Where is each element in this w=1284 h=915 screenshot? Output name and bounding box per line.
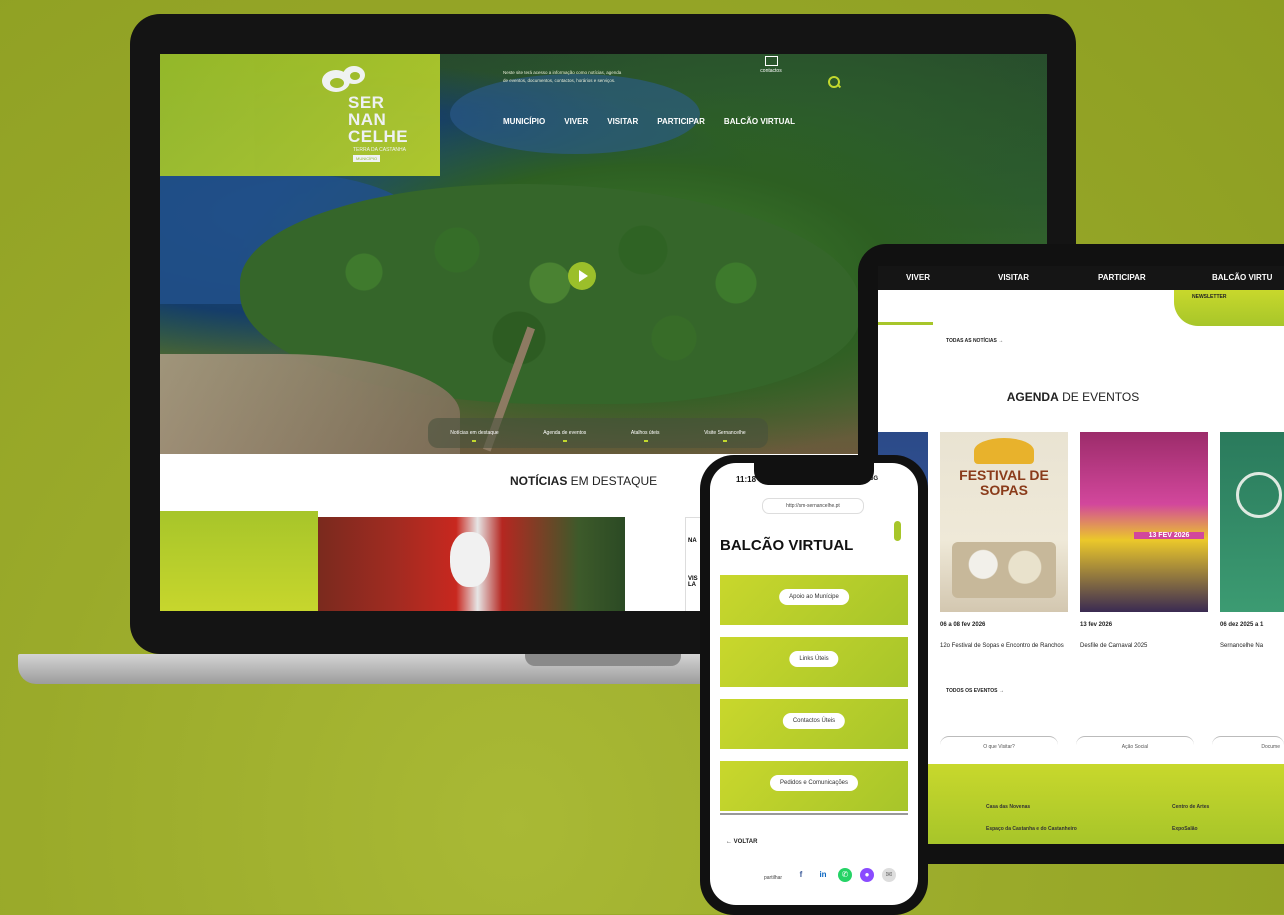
logo-subtitle: TERRA DA CASTANHA: [353, 147, 406, 153]
play-video-button[interactable]: [568, 262, 596, 290]
messenger-icon[interactable]: ●: [860, 868, 874, 882]
service-card[interactable]: Links Úteis: [720, 637, 908, 687]
footer-link[interactable]: ExpoSalão: [1172, 826, 1198, 832]
newsletter-label: NEWSLETTER: [1192, 294, 1227, 300]
nav-item-participar[interactable]: PARTICIPAR: [657, 117, 705, 126]
quick-link-acao-social[interactable]: Ação Social: [1076, 736, 1194, 755]
agenda-bold: AGENDA: [1006, 390, 1059, 404]
whatsapp-icon[interactable]: ✆: [838, 868, 852, 882]
event-poster[interactable]: 13 FEV 2026: [1080, 432, 1208, 612]
news-section-title: NOTÍCIAS EM DESTAQUE: [510, 474, 657, 488]
tablet-nav: VIVER VISITAR PARTICIPAR BALCÃO VIRTU: [878, 266, 1284, 290]
service-card-button[interactable]: Contactos Úteis: [782, 713, 846, 729]
share-label: partilhar: [764, 875, 783, 881]
hero-quick-tabs: Notícias em destaque Agenda de eventos A…: [428, 418, 768, 448]
logo-line: NAN: [348, 110, 387, 129]
contacts-label: contactos: [760, 68, 782, 74]
event-date: 13 fev 2026: [1080, 622, 1113, 628]
nav-item-balcao-virtual[interactable]: BALCÃO VIRTUAL: [724, 117, 795, 126]
chestnut-logo-icon: [322, 66, 365, 92]
newsletter-tab[interactable]: NEWSLETTER: [1174, 290, 1284, 326]
menu-icon[interactable]: [894, 521, 901, 541]
tablet-screen: VIVER VISITAR PARTICIPAR BALCÃO VIRTU NE…: [878, 266, 1284, 844]
service-card-button[interactable]: Pedidos e Comunicações: [769, 775, 859, 791]
phone-notch: [754, 463, 874, 485]
event-name[interactable]: Sernancelhe Na: [1220, 642, 1284, 651]
envelope-icon: [764, 56, 778, 66]
footer-link[interactable]: Espaço da Castanha e do Castanheiro: [986, 826, 1077, 832]
tablet-nav-participar[interactable]: PARTICIPAR: [1098, 273, 1146, 282]
logo-wordmark: SER NAN CELHE: [348, 94, 408, 145]
lake-shape: [450, 74, 700, 154]
status-time: 11:18: [736, 475, 757, 484]
logo-area[interactable]: SER NAN CELHE TERRA DA CASTANHA MUNICÍPI…: [160, 54, 440, 176]
linkedin-icon[interactable]: in: [816, 868, 830, 882]
logo-badge: MUNICÍPIO: [353, 155, 381, 162]
all-news-link[interactable]: TODAS AS NOTÍCIAS →: [946, 338, 1003, 344]
event-name[interactable]: 12o Festival de Sopas e Encontro de Ranc…: [940, 642, 1068, 651]
nav-item-municipio[interactable]: MUNICÍPIO: [503, 117, 545, 126]
title-bold: NOTÍCIAS: [510, 474, 568, 488]
event-date: 06 a 08 fev 2026: [940, 622, 986, 628]
address-bar[interactable]: http://sm-sernancelhe.pt: [762, 498, 864, 514]
tablet-nav-visitar[interactable]: VISITAR: [998, 273, 1029, 282]
service-card[interactable]: Contactos Úteis: [720, 699, 908, 749]
main-nav: MUNICÍPIO VIVER VISITAR PARTICIPAR BALCÃ…: [503, 117, 795, 126]
quick-tab-agenda[interactable]: Agenda de eventos: [543, 430, 586, 442]
green-accent-block: [160, 511, 318, 611]
logo-line: SER: [348, 93, 385, 112]
tablet-footer: Casa das Novenas Centro de Artes Espaço …: [878, 764, 1284, 844]
event-poster[interactable]: [1220, 432, 1284, 612]
nav-item-visitar[interactable]: VISITAR: [607, 117, 638, 126]
service-card[interactable]: Pedidos e Comunicações: [720, 761, 908, 811]
all-events-link[interactable]: TODOS OS EVENTOS →: [946, 688, 1004, 694]
quick-link-o-que-visitar[interactable]: O que Visitar?: [940, 736, 1058, 755]
search-icon[interactable]: [828, 76, 840, 88]
contacts-link[interactable]: contactos: [750, 56, 792, 74]
logo-line: CELHE: [348, 127, 409, 146]
event-date: 06 dez 2025 a 1: [1220, 622, 1264, 628]
page-title: BALCÃO VIRTUAL: [720, 537, 854, 554]
agenda-title: AGENDA DE EVENTOS: [878, 390, 1268, 404]
laptop-hinge-notch: [525, 654, 681, 666]
quick-tab-noticias[interactable]: Notícias em destaque: [450, 430, 499, 442]
facebook-icon[interactable]: f: [794, 868, 808, 882]
poster-date: 13 FEV 2026: [1134, 532, 1204, 539]
event-poster[interactable]: FESTIVAL DE SOPAS: [940, 432, 1068, 612]
divider: [720, 813, 908, 815]
quick-link-documentos[interactable]: Docume: [1212, 736, 1284, 755]
tablet-nav-balcao[interactable]: BALCÃO VIRTU: [1212, 273, 1272, 282]
quick-tab-atalhos[interactable]: Atalhos úteis: [631, 430, 660, 442]
back-link[interactable]: ← VOLTAR: [726, 839, 757, 845]
footer-link[interactable]: Centro de Artes: [1172, 804, 1209, 810]
service-card[interactable]: Apoio ao Munícipe: [720, 575, 908, 625]
quick-tab-visite[interactable]: Visite Sernancelhe: [704, 430, 746, 442]
santa-shape: [450, 532, 490, 587]
title-rest: EM DESTAQUE: [567, 474, 658, 488]
side-card-title: NA: [688, 538, 697, 544]
ornament-shape: [1236, 472, 1282, 518]
service-card-button[interactable]: Apoio ao Munícipe: [779, 589, 849, 605]
site-intro-text: Neste site terá acesso a informação como…: [503, 70, 622, 83]
poster-title: FESTIVAL DE SOPAS: [959, 467, 1049, 498]
nav-item-viver[interactable]: VIVER: [564, 117, 588, 126]
phone-screen: 11:18 5G http://sm-sernancelhe.pt BALCÃO…: [710, 463, 918, 905]
email-icon[interactable]: ✉: [882, 868, 896, 882]
chef-hat-shape: [974, 438, 1034, 464]
status-network: 5G: [870, 476, 879, 482]
carousel-progress: [878, 322, 933, 325]
soup-bowls-shape: [952, 542, 1056, 598]
agenda-rest: DE EVENTOS: [1058, 390, 1140, 404]
event-name[interactable]: Desfile de Carnaval 2025: [1080, 642, 1208, 651]
service-card-button[interactable]: Links Úteis: [789, 651, 839, 667]
tablet-nav-viver[interactable]: VIVER: [906, 273, 930, 282]
footer-link[interactable]: Casa das Novenas: [986, 804, 1030, 810]
